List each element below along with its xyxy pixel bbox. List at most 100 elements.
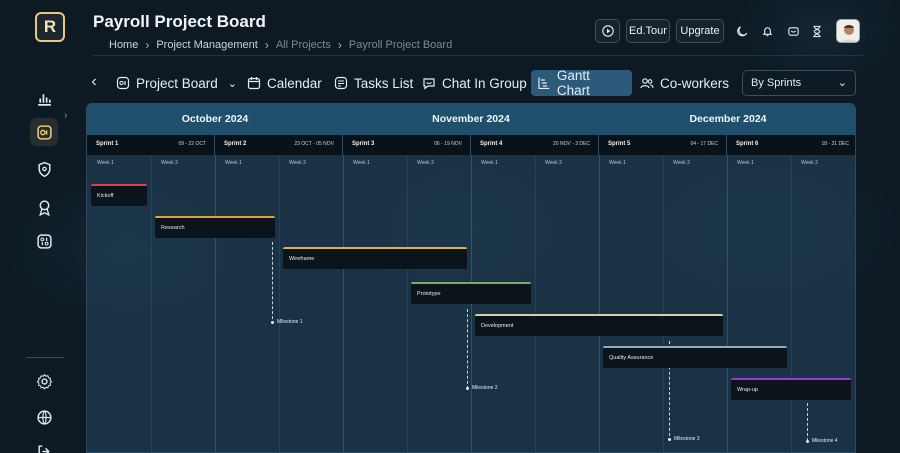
week-label: Week 2 xyxy=(545,160,562,166)
analytics-icon[interactable] xyxy=(33,87,55,109)
projects-icon[interactable] xyxy=(30,118,58,146)
avatar[interactable] xyxy=(836,19,860,43)
sprint-dates: 18 - 31 DEC xyxy=(821,141,849,147)
sprint-view-select[interactable]: By Sprints ⌄ xyxy=(742,70,856,96)
milestone-marker[interactable]: Milestone 3 xyxy=(668,436,700,442)
grid-line xyxy=(471,155,472,452)
sprint-dates: 23 OCT - 05 NOV xyxy=(294,141,334,147)
chat-icon xyxy=(423,78,435,90)
task-label: Development xyxy=(481,323,514,329)
gantt-chart: October 2024 November 2024 December 2024… xyxy=(86,103,856,453)
task-label: Prototype xyxy=(417,291,441,297)
sidebar-divider xyxy=(26,357,64,358)
inbox-icon[interactable] xyxy=(786,24,800,38)
back-chevron-icon[interactable]: ‹ xyxy=(86,73,102,93)
breadcrumb: Home › Project Management › All Projects… xyxy=(109,38,452,52)
award-icon[interactable] xyxy=(33,196,55,218)
gantt-task-bar[interactable]: Wrap-up xyxy=(731,378,851,400)
tab-project-board[interactable]: Project Board ⌄ xyxy=(110,70,243,96)
milestone-dot-icon xyxy=(466,386,469,390)
task-color-strip xyxy=(731,378,851,380)
milestone-connector xyxy=(467,309,468,389)
sprint-name: Sprint 1 xyxy=(96,141,119,147)
tab-calendar[interactable]: Calendar xyxy=(241,70,328,96)
breadcrumb-all-projects[interactable]: All Projects xyxy=(276,39,331,51)
milestone-dot-icon xyxy=(271,320,274,324)
tab-gantt-chart[interactable]: Gantt Chart xyxy=(531,68,632,98)
sprint-cell: Sprint 4 20 NOV - 3 DEC xyxy=(471,135,599,155)
sprint-header: Sprint 1 09 - 22 OCT Sprint 2 23 OCT - 05 … xyxy=(87,135,855,155)
tab-label: Gantt Chart xyxy=(556,68,590,98)
gantt-task-bar[interactable]: Kickoff xyxy=(91,184,147,206)
logout-icon[interactable] xyxy=(33,440,55,453)
gantt-task-bar[interactable]: Development xyxy=(475,314,723,336)
shield-icon[interactable] xyxy=(33,158,55,180)
gantt-task-bar[interactable]: Quality Assurance xyxy=(603,346,787,368)
tab-label: Tasks List xyxy=(354,75,414,91)
sprint-dates: 09 - 22 OCT xyxy=(178,141,206,147)
header-divider xyxy=(93,55,863,56)
week-label: Week 1 xyxy=(225,160,242,166)
sprint-cell: Sprint 5 04 - 17 DEC xyxy=(599,135,727,155)
settings-icon[interactable] xyxy=(33,370,55,392)
chevron-down-icon[interactable]: ⌄ xyxy=(228,77,237,90)
play-icon xyxy=(601,25,614,37)
grid-line xyxy=(535,155,536,452)
grid-line xyxy=(407,155,408,452)
milestone-marker[interactable]: Milestone 2 xyxy=(466,385,498,391)
sprint-dates: 04 - 17 DEC xyxy=(690,141,718,147)
grid-line xyxy=(279,155,280,452)
milestone-label: Milestone 2 xyxy=(472,385,498,391)
hourglass-icon[interactable] xyxy=(810,24,824,38)
grid-line xyxy=(343,155,344,452)
gantt-task-bar[interactable]: Research xyxy=(155,216,275,238)
milestone-connector xyxy=(272,242,273,324)
task-color-strip xyxy=(283,247,467,249)
week-label: Week 1 xyxy=(353,160,370,166)
breadcrumb-home[interactable]: Home xyxy=(109,39,138,51)
tab-label: Project Board xyxy=(136,75,218,91)
sprint-name: Sprint 2 xyxy=(224,141,247,147)
upgrade-button[interactable]: Upgrate xyxy=(676,19,724,43)
tab-label: Calendar xyxy=(267,75,322,91)
task-color-strip xyxy=(91,184,147,186)
grid-line xyxy=(791,155,792,452)
integrations-icon[interactable] xyxy=(33,230,55,252)
app-logo[interactable]: R xyxy=(35,12,65,42)
week-label: Week 1 xyxy=(97,160,114,166)
gantt-task-bar[interactable]: Prototype xyxy=(411,282,531,304)
tab-co-workers[interactable]: Co-workers xyxy=(634,70,735,96)
play-tour-button[interactable] xyxy=(595,19,620,43)
task-label: Wrap-up xyxy=(737,387,758,393)
tab-tasks-list[interactable]: Tasks List xyxy=(328,70,419,96)
grid-line xyxy=(215,155,216,452)
milestone-dot-icon xyxy=(668,437,671,441)
ed-tour-button[interactable]: Ed.Tour xyxy=(626,19,670,43)
week-label: Week 2 xyxy=(801,160,818,166)
sprint-name: Sprint 4 xyxy=(480,141,503,147)
sprint-name: Sprint 3 xyxy=(352,141,375,147)
tab-label: Chat In Group xyxy=(442,75,527,91)
moon-icon[interactable] xyxy=(735,24,749,38)
globe-icon[interactable] xyxy=(33,406,55,428)
bell-icon[interactable] xyxy=(760,24,774,38)
milestone-marker[interactable]: Milestone 1 xyxy=(271,319,303,325)
gantt-task-bar[interactable]: Wireframe xyxy=(283,247,467,269)
week-label: Week 2 xyxy=(289,160,306,166)
milestone-marker[interactable]: Milestone 4 xyxy=(806,438,838,444)
sidebar: R › xyxy=(0,0,78,453)
grid-line xyxy=(599,155,600,452)
view-tabs: ‹ Project Board ⌄ Calendar Tasks List Ch… xyxy=(86,68,866,98)
breadcrumb-project-management[interactable]: Project Management xyxy=(156,39,258,51)
sidebar-expand-icon[interactable]: › xyxy=(64,110,67,121)
tab-chat-in-group[interactable]: Chat In Group xyxy=(416,70,533,96)
milestone-label: Milestone 4 xyxy=(812,438,838,444)
sprint-dates: 06 - 19 NOV xyxy=(434,141,462,147)
board-icon xyxy=(116,76,130,90)
sprint-name: Sprint 5 xyxy=(608,141,631,147)
task-color-strip xyxy=(155,216,275,218)
grid-line xyxy=(151,155,152,452)
task-label: Quality Assurance xyxy=(609,355,654,361)
milestone-label: Milestone 1 xyxy=(277,319,303,325)
tab-label: Co-workers xyxy=(660,75,730,91)
